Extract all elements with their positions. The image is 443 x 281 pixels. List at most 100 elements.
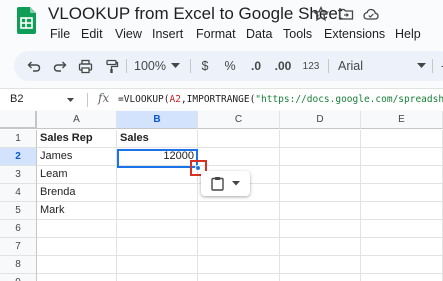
increase-decimal-button[interactable]: .00 <box>272 51 294 81</box>
cell-e2[interactable] <box>361 148 443 166</box>
menu-data[interactable]: Data <box>246 27 272 41</box>
toolbar-divider <box>432 59 433 73</box>
cell-b1[interactable]: Sales <box>117 130 198 148</box>
chevron-down-icon[interactable] <box>417 63 426 69</box>
menu-view[interactable]: View <box>115 27 142 41</box>
zoom-select[interactable]: 100% <box>130 51 170 81</box>
header: VLOOKUP from Excel to Google Sheet File … <box>0 0 443 46</box>
cell-e4[interactable] <box>361 184 443 202</box>
formula-bar: B2 fx =VLOOKUP(A2,IMPORTRANGE("https://d… <box>0 88 443 110</box>
sheets-logo-icon[interactable] <box>17 7 36 34</box>
cell-d3[interactable] <box>280 166 361 184</box>
menu-tools[interactable]: Tools <box>283 27 312 41</box>
cell-a8[interactable] <box>37 256 117 274</box>
cell-b9[interactable] <box>117 274 198 281</box>
cell-c6[interactable] <box>198 220 280 238</box>
formula-mid: ,IMPORTRANGE( <box>180 94 256 105</box>
decrease-decimal-button[interactable]: .0 <box>245 51 267 81</box>
menu-extensions[interactable]: Extensions <box>324 27 385 41</box>
menu-edit[interactable]: Edit <box>81 27 103 41</box>
menu-insert[interactable]: Insert <box>152 27 183 41</box>
percent-format-button[interactable]: % <box>221 51 239 81</box>
clipboard-icon <box>211 177 224 191</box>
column-header-b[interactable]: B <box>117 111 198 129</box>
cell-b6[interactable] <box>117 220 198 238</box>
column-header-a[interactable]: A <box>37 111 117 129</box>
cell-c8[interactable] <box>198 256 280 274</box>
cell-d6[interactable] <box>280 220 361 238</box>
column-header-e[interactable]: E <box>361 111 443 129</box>
cell-e6[interactable] <box>361 220 443 238</box>
row-header-6[interactable]: 6 <box>0 220 37 238</box>
cell-a1[interactable]: Sales Rep <box>37 130 117 148</box>
cell-b7[interactable] <box>117 238 198 256</box>
cell-e3[interactable] <box>361 166 443 184</box>
cell-d5[interactable] <box>280 202 361 220</box>
cell-d2[interactable] <box>280 148 361 166</box>
cell-c1[interactable] <box>198 130 280 148</box>
chevron-down-icon[interactable] <box>171 63 180 69</box>
redo-icon[interactable] <box>53 59 67 73</box>
cell-c2[interactable] <box>198 148 280 166</box>
cell-e9[interactable] <box>361 274 443 281</box>
cell-a9[interactable] <box>37 274 117 281</box>
formula-input[interactable]: =VLOOKUP(A2,IMPORTRANGE("https://docs.go… <box>118 94 443 105</box>
row-header-1[interactable]: 1 <box>0 130 37 148</box>
row-header-2[interactable]: 2 <box>0 148 37 166</box>
spreadsheet-grid: A B C D E 1 2 3 4 5 6 7 8 9 Sales Rep Sa… <box>0 111 443 281</box>
cell-b3[interactable] <box>117 166 198 184</box>
row-header-5[interactable]: 5 <box>0 202 37 220</box>
chevron-down-icon[interactable] <box>67 98 74 103</box>
select-all-corner[interactable] <box>0 111 37 129</box>
cell-e8[interactable] <box>361 256 443 274</box>
number-format-button[interactable]: 123 <box>301 51 321 81</box>
row-header-9[interactable]: 9 <box>0 274 37 281</box>
cell-a2[interactable]: James <box>37 148 117 166</box>
cloud-status-icon[interactable] <box>363 6 379 22</box>
cell-e5[interactable] <box>361 202 443 220</box>
currency-format-button[interactable]: $ <box>198 51 212 81</box>
cell-a5[interactable]: Mark <box>37 202 117 220</box>
font-select[interactable]: Arial <box>338 51 372 81</box>
cell-b4[interactable] <box>117 184 198 202</box>
formula-url-string: "https://docs.google.com/spreadsh <box>255 94 443 105</box>
column-header-d[interactable]: D <box>280 111 361 129</box>
cell-d7[interactable] <box>280 238 361 256</box>
name-box[interactable]: B2 <box>10 93 23 105</box>
menu-format[interactable]: Format <box>196 27 236 41</box>
cell-d4[interactable] <box>280 184 361 202</box>
column-header-c[interactable]: C <box>198 111 280 129</box>
cell-a7[interactable] <box>37 238 117 256</box>
cell-e7[interactable] <box>361 238 443 256</box>
paste-options-button[interactable] <box>201 171 250 196</box>
star-icon[interactable] <box>313 6 329 22</box>
cell-b8[interactable] <box>117 256 198 274</box>
folder-move-icon[interactable] <box>338 6 354 22</box>
menu-help[interactable]: Help <box>395 27 421 41</box>
undo-icon[interactable] <box>27 59 41 73</box>
cell-c9[interactable] <box>198 274 280 281</box>
document-title[interactable]: VLOOKUP from Excel to Google Sheet <box>48 4 343 24</box>
cell-a4[interactable]: Brenda <box>37 184 117 202</box>
toolbar-divider <box>190 59 191 73</box>
cell-d1[interactable] <box>280 130 361 148</box>
cell-a6[interactable] <box>37 220 117 238</box>
cell-a3[interactable]: Leam <box>37 166 117 184</box>
row-header-8[interactable]: 8 <box>0 256 37 274</box>
cell-c5[interactable] <box>198 202 280 220</box>
cell-e1[interactable] <box>361 130 443 148</box>
row-header-7[interactable]: 7 <box>0 238 37 256</box>
menu-file[interactable]: File <box>50 27 70 41</box>
font-size-decrease-button[interactable]: − <box>438 51 443 81</box>
cell-b5[interactable] <box>117 202 198 220</box>
fx-icon: fx <box>98 91 110 105</box>
cell-c7[interactable] <box>198 238 280 256</box>
row-header-4[interactable]: 4 <box>0 184 37 202</box>
print-icon[interactable] <box>78 59 93 74</box>
cell-d8[interactable] <box>280 256 361 274</box>
paint-format-icon[interactable] <box>105 59 119 74</box>
formula-cell-ref: A2 <box>169 94 181 105</box>
row-header-3[interactable]: 3 <box>0 166 37 184</box>
fill-handle[interactable] <box>195 165 201 171</box>
cell-d9[interactable] <box>280 274 361 281</box>
